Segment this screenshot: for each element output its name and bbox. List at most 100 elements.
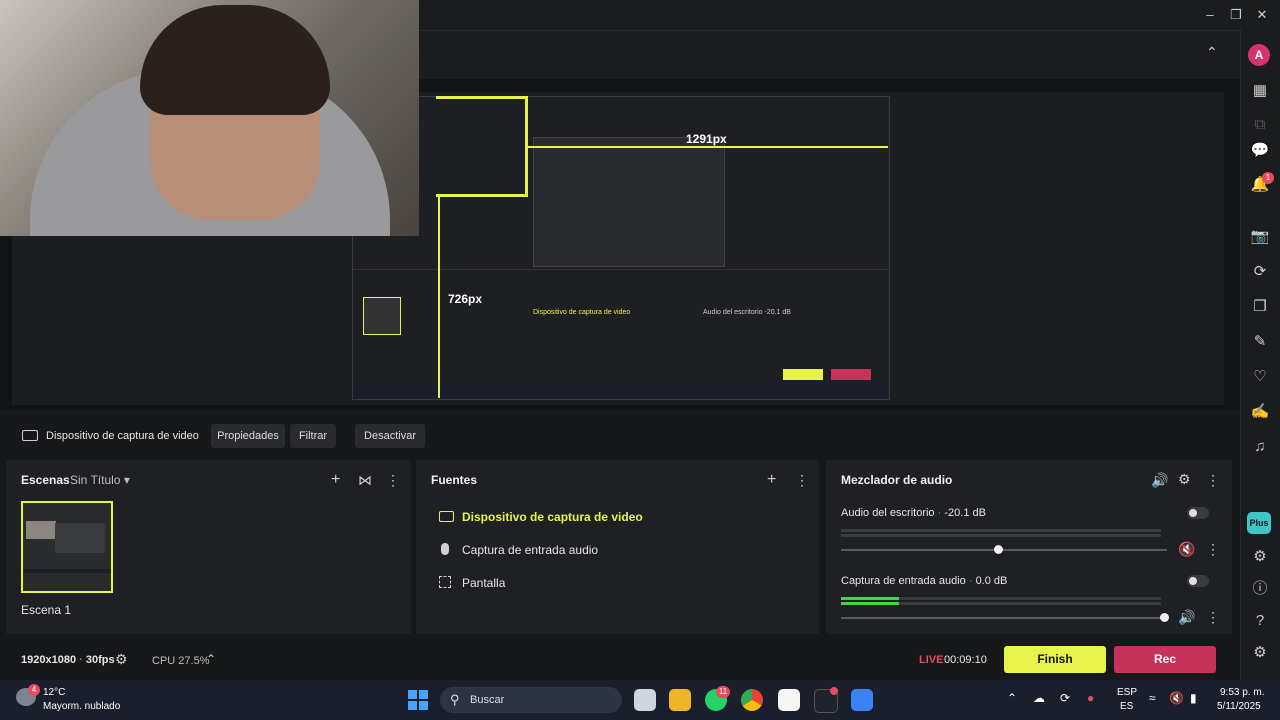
source-item[interactable]: Pantalla [431,571,811,595]
weather-temp: 12°C [43,687,66,698]
task-view-icon[interactable] [634,689,656,711]
scene-thumbnail[interactable] [21,501,113,593]
chrome-icon[interactable] [741,689,763,711]
live-label: LIVE [919,654,944,666]
more-options-icon[interactable]: ⋮ [1206,472,1220,489]
close-icon[interactable]: ✕ [1252,5,1272,25]
live-timer: 00:09:10 [944,654,987,666]
more-options-icon[interactable]: ⋮ [1206,541,1220,558]
more-options-icon[interactable]: ⋮ [795,472,809,489]
finish-button[interactable]: Finish [1004,646,1106,673]
heart-icon[interactable]: ♡ [1249,366,1271,388]
scenes-title: Escenas [21,473,70,487]
overlay-guide-line [528,146,888,148]
windows-start-icon[interactable] [408,690,428,710]
studio-mode-icon[interactable]: ▦ [1249,80,1271,102]
audio-meter [841,534,1161,537]
speaker-muted-icon[interactable]: 🔇 [1178,541,1195,558]
highlighter-icon[interactable]: ✎ [1249,331,1271,353]
whatsapp-badge: 11 [716,686,730,698]
settings-gear-icon[interactable]: ⚙ [1249,642,1271,664]
volume-slider-knob[interactable] [994,545,1003,554]
source-label: Pantalla [462,576,506,590]
capcut-icon[interactable] [778,689,800,711]
speaker-icon[interactable]: 🔊 [1178,609,1195,626]
audio-meter-level [841,597,899,600]
more-options-icon[interactable]: ⋮ [386,472,400,489]
speaker-icon[interactable]: 🔊 [1151,472,1168,489]
brush-icon[interactable]: ✍ [1249,401,1271,423]
collapse-chevron-icon[interactable]: ⌃ [1206,44,1218,61]
channel-name: Audio del escritorio · -20.1 dB [841,507,986,519]
deactivate-button[interactable]: Desactivar [355,424,425,448]
layers-icon[interactable]: ❐ [1249,296,1271,318]
rec-button[interactable]: Rec [1114,646,1216,673]
channel-level: 0.0 dB [975,575,1008,587]
chevron-up-icon[interactable]: ⌃ [1007,691,1017,705]
audio-meter [841,529,1161,532]
battery-icon[interactable]: ▮ [1190,691,1197,705]
channel-level: -20.1 dB [944,507,986,519]
source-item[interactable]: Captura de entrada audio [431,538,811,562]
transition-icon[interactable]: ⋈ [358,472,372,489]
wifi-icon[interactable]: ≈ [1149,691,1156,705]
source-item[interactable]: Dispositivo de captura de video [431,505,811,529]
language-label[interactable]: ESP [1117,687,1137,698]
plus-badge[interactable]: Plus [1247,512,1271,534]
clock-time[interactable]: 9:53 p. m. [1220,687,1264,698]
microphone-icon[interactable]: ● [1087,691,1094,705]
volume-muted-icon[interactable]: 🔇 [1169,691,1184,705]
layout-icon: ⧉ [1254,116,1266,133]
recording-dot [830,687,838,695]
chevron-down-icon: ▾ [123,473,130,487]
tray-icon[interactable]: ☁ [1033,691,1045,705]
scene-collection-dropdown[interactable]: Sin Título ▾ [70,473,130,487]
weather-desc: Mayorm. nublado [43,701,121,712]
info-icon[interactable]: ⓘ [1249,578,1271,600]
overlay-width-label: 1291px [686,132,727,146]
overlay-guide-line [436,194,528,197]
mixer-title: Mezclador de audio [841,473,953,487]
screen-capture-icon [439,576,451,588]
overlay-guide-line [436,96,528,99]
volume-slider-track[interactable] [841,549,1167,551]
camera-icon [439,511,454,522]
avatar[interactable]: A [1248,44,1270,66]
person-hair [140,5,330,115]
restore-icon[interactable]: ❐ [1226,5,1246,25]
volume-slider-track[interactable] [841,617,1167,619]
gear-icon[interactable]: ⚙ [1178,471,1191,488]
chevron-up-icon[interactable]: ⌃ [206,652,216,666]
keyboard-label[interactable]: ES [1120,701,1133,712]
replay-icon[interactable]: ⟳ [1249,261,1271,283]
more-options-icon[interactable]: ⋮ [1206,609,1220,626]
clock-date[interactable]: 5/11/2025 [1217,701,1261,712]
volume-slider-knob[interactable] [1160,613,1169,622]
channel-toggle[interactable] [1187,507,1209,519]
app-icon[interactable] [851,689,873,711]
add-scene-icon[interactable]: + [331,471,340,489]
music-icon[interactable]: ♫ [1249,436,1271,458]
gear-icon[interactable]: ⚙ [115,651,128,668]
webcam-feed [0,0,419,236]
channel-toggle[interactable] [1187,575,1209,587]
properties-button[interactable]: Propiedades [211,424,285,448]
scene-label: Escena 1 [21,603,72,617]
add-source-icon[interactable]: + [767,471,776,489]
search-icon: ⚲ [450,692,460,707]
minimize-icon[interactable]: – [1200,5,1220,25]
camera-icon[interactable]: 📷 [1249,226,1271,248]
filter-button[interactable]: Filtrar [290,424,336,448]
file-explorer-icon[interactable] [669,689,691,711]
sync-icon[interactable]: ⟳ [1060,691,1070,705]
microphone-icon [441,543,449,555]
cpu-usage: CPU 27.5% [152,655,210,667]
selected-source-name: Dispositivo de captura de video [46,430,199,442]
taskbar-search[interactable]: ⚲ Buscar [440,687,622,713]
nested-preview: Dispositivo de captura de video Audio de… [352,96,890,400]
apps-icon[interactable]: ⚙ [1249,546,1271,568]
chat-icon[interactable]: 💬 [1249,140,1271,162]
overlay-guide-line [438,196,440,398]
audio-meter-level [841,602,899,605]
help-icon[interactable]: ? [1249,610,1271,632]
